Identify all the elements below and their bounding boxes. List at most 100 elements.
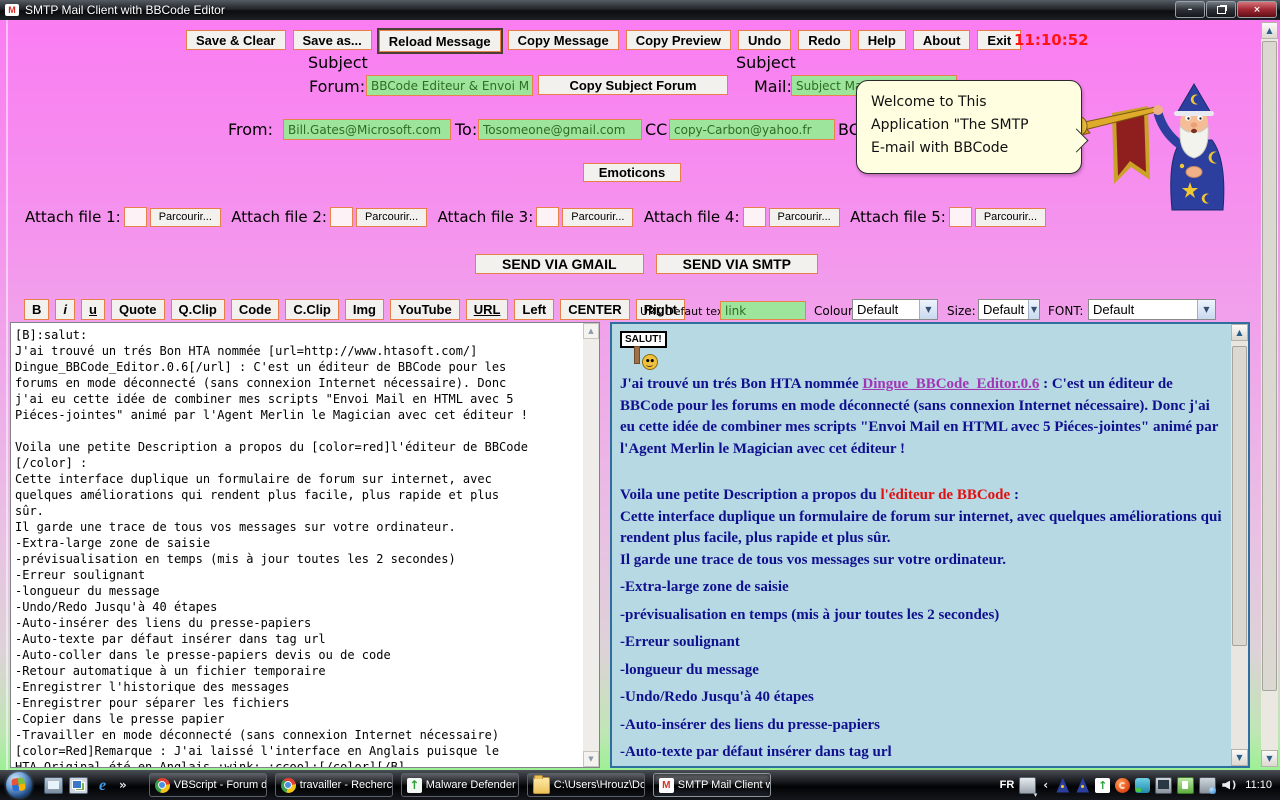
- taskbar-button[interactable]: Malware Defender - ...: [401, 773, 519, 797]
- attachments-row: Attach file 1: Parcourir... Attach file …: [25, 207, 1046, 227]
- colour-select[interactable]: Default ▼: [852, 299, 938, 320]
- bbcode-button[interactable]: Left: [514, 299, 554, 320]
- start-button[interactable]: [6, 772, 32, 798]
- copy-subject-forum-button[interactable]: Copy Subject Forum: [538, 75, 728, 95]
- preview-feature-item: -Auto-insérer des liens du presse-papier…: [620, 715, 1223, 737]
- bbcode-button[interactable]: YouTube: [390, 299, 460, 320]
- browse-button[interactable]: Parcourir...: [356, 208, 427, 227]
- taskbar-button[interactable]: travailler - Recherch...: [275, 773, 393, 797]
- preview-paragraph-2: Voila une petite Description a propos du…: [620, 485, 1223, 571]
- browse-button[interactable]: Parcourir...: [150, 208, 221, 227]
- bbcode-editor[interactable]: [11, 323, 583, 767]
- toolbar-button[interactable]: Save as...: [293, 30, 372, 50]
- font-selected-value: Default: [1089, 302, 1197, 317]
- malware-defender-tray-icon[interactable]: [1095, 778, 1110, 793]
- bbcode-button[interactable]: Code: [231, 299, 280, 320]
- agent-tray-icon[interactable]: [1055, 778, 1070, 793]
- attach-file-input[interactable]: [536, 207, 559, 227]
- bbcode-button[interactable]: CENTER: [560, 299, 629, 320]
- attachment-group: Attach file 3: Parcourir...: [438, 207, 634, 227]
- font-label: FONT:: [1048, 304, 1083, 318]
- from-input[interactable]: [283, 119, 451, 140]
- preview-scrollbar[interactable]: ▲ ▼: [1231, 324, 1248, 766]
- toolbar-button[interactable]: Reload Message: [379, 30, 501, 52]
- scroll-down-icon[interactable]: ▼: [1231, 749, 1248, 766]
- tray-clock[interactable]: 11:10: [1245, 779, 1272, 791]
- power-tray-icon[interactable]: [1177, 777, 1194, 794]
- bbcode-button[interactable]: Q.Clip: [171, 299, 225, 320]
- taskbar-button[interactable]: C:\Users\Hrouz\Do...: [527, 773, 645, 797]
- font-select[interactable]: Default ▼: [1088, 299, 1216, 320]
- attach-file-input[interactable]: [124, 207, 147, 227]
- browse-button[interactable]: Parcourir...: [562, 208, 633, 227]
- restore-button[interactable]: [1206, 1, 1236, 18]
- window-scroll-thumb[interactable]: [1262, 41, 1277, 691]
- bbcode-button[interactable]: B: [24, 299, 49, 320]
- bbcode-button[interactable]: C.Clip: [285, 299, 339, 320]
- switch-windows-icon[interactable]: [69, 777, 88, 794]
- scroll-up-icon[interactable]: ▲: [1261, 22, 1278, 39]
- minimize-icon: –: [1188, 5, 1193, 15]
- agent-tray-icon[interactable]: [1075, 778, 1090, 793]
- network-tray-icon[interactable]: [1199, 777, 1216, 794]
- chevron-down-icon[interactable]: ▼: [1028, 300, 1039, 319]
- chevron-down-icon[interactable]: ▼: [919, 300, 937, 319]
- toolbar-button[interactable]: Save & Clear: [186, 30, 286, 50]
- chevron-more-icon[interactable]: »: [119, 778, 127, 792]
- toolbar-button[interactable]: Redo: [798, 30, 851, 50]
- to-input[interactable]: [478, 119, 642, 140]
- preview-link[interactable]: Dingue_BBCode_Editor.0.6: [862, 376, 1039, 392]
- taskbar-app-icon: [407, 778, 422, 793]
- bbcode-button[interactable]: i: [55, 299, 75, 320]
- url-default-text-input[interactable]: [720, 301, 806, 320]
- chevron-down-icon[interactable]: ▼: [1197, 300, 1215, 319]
- bbcode-button[interactable]: Quote: [111, 299, 165, 320]
- taskbar-button[interactable]: VBScript - Forum de...: [149, 773, 267, 797]
- toolbar-button[interactable]: Copy Message: [508, 30, 619, 50]
- teal-app-tray-icon[interactable]: [1135, 778, 1150, 793]
- taskbar-button[interactable]: SMTP Mail Client wi...: [653, 773, 771, 797]
- preview-pane: SALUT! J'ai trouvé un trés Bon HTA nommé…: [610, 322, 1250, 768]
- scroll-down-icon[interactable]: ▼: [1261, 750, 1278, 767]
- tray-collapse-icon[interactable]: ‹: [1041, 778, 1050, 793]
- editor-scrollbar[interactable]: ▲ ▼: [583, 323, 599, 767]
- taskbar-app-icon: [533, 777, 550, 794]
- toolbar-button[interactable]: Undo: [738, 30, 791, 50]
- scroll-down-icon[interactable]: ▼: [583, 751, 599, 767]
- merlin-wizard[interactable]: [1072, 82, 1232, 218]
- bbcode-button[interactable]: Img: [345, 299, 384, 320]
- attach-file-input[interactable]: [330, 207, 353, 227]
- show-desktop-icon[interactable]: [44, 777, 63, 794]
- gmail-app-icon: M: [5, 4, 19, 16]
- size-select[interactable]: Default ▼: [978, 299, 1040, 320]
- emoticons-button[interactable]: Emoticons: [583, 163, 681, 182]
- scroll-up-icon[interactable]: ▲: [1231, 324, 1248, 341]
- orange-app-tray-icon[interactable]: [1115, 778, 1130, 793]
- volume-tray-icon[interactable]: [1221, 778, 1236, 793]
- bbcode-button[interactable]: u: [81, 299, 105, 320]
- bbcode-button[interactable]: URL: [466, 299, 509, 320]
- keyboard-layout-icon[interactable]: [1019, 777, 1036, 794]
- internet-explorer-icon[interactable]: e: [94, 778, 111, 793]
- close-button[interactable]: ×: [1237, 1, 1277, 18]
- language-indicator[interactable]: FR: [1000, 779, 1015, 791]
- display-tray-icon[interactable]: [1155, 777, 1172, 794]
- send-via-gmail-button[interactable]: SEND VIA GMAIL: [475, 254, 644, 274]
- attach-file-input[interactable]: [949, 207, 972, 227]
- window-scrollbar[interactable]: ▲ ▼: [1261, 22, 1278, 767]
- cc-input[interactable]: [669, 119, 835, 140]
- browse-button[interactable]: Parcourir...: [975, 208, 1046, 227]
- preview-scroll-thumb[interactable]: [1232, 346, 1247, 646]
- browse-button[interactable]: Parcourir...: [769, 208, 840, 227]
- forum-subject-label: Forum:: [309, 77, 365, 96]
- preview-feature-list: -Extra-large zone de saisie-prévisualisa…: [620, 577, 1223, 766]
- toolbar-button[interactable]: About: [913, 30, 971, 50]
- window-controls: – ×: [1175, 1, 1277, 18]
- toolbar-button[interactable]: Copy Preview: [626, 30, 731, 50]
- send-via-smtp-button[interactable]: SEND VIA SMTP: [656, 254, 818, 274]
- minimize-button[interactable]: –: [1175, 1, 1205, 18]
- forum-subject-input[interactable]: [366, 75, 533, 96]
- attach-file-input[interactable]: [743, 207, 766, 227]
- toolbar-button[interactable]: Help: [858, 30, 906, 50]
- scroll-up-icon[interactable]: ▲: [583, 323, 599, 339]
